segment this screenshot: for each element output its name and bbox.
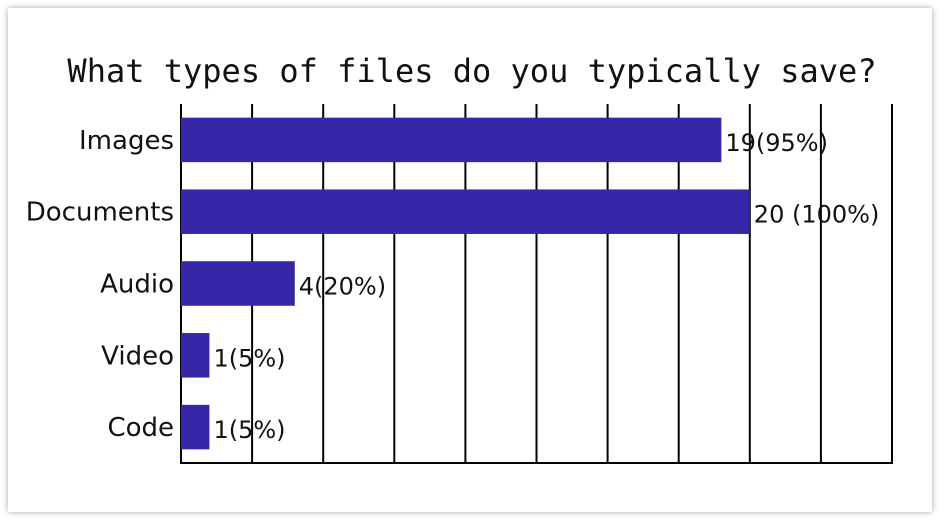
category-label: Video	[101, 341, 174, 371]
data-label: 19(95%)	[725, 129, 828, 157]
category-label: Documents	[26, 198, 174, 228]
bar-audio	[181, 261, 295, 306]
bar-chart: What types of files do you typically sav…	[26, 52, 893, 464]
bar-images	[181, 117, 722, 163]
bar-documents	[181, 189, 750, 234]
data-label: 1(5%)	[213, 344, 285, 372]
data-label: 1(5%)	[213, 416, 285, 444]
chart-title: What types of files do you typically sav…	[67, 52, 876, 90]
category-label: Code	[107, 413, 174, 443]
data-label: 20 (100%)	[754, 201, 880, 229]
bar-video	[181, 333, 210, 378]
bar-code	[181, 404, 210, 450]
category-labels: Images Documents Audio Video Code	[26, 126, 174, 443]
data-labels: 19(95%) 20 (100%) 4(20%) 1(5%) 1(5%)	[213, 129, 879, 444]
data-label: 4(20%)	[299, 273, 386, 301]
category-label: Images	[79, 126, 174, 156]
category-label: Audio	[100, 270, 174, 300]
